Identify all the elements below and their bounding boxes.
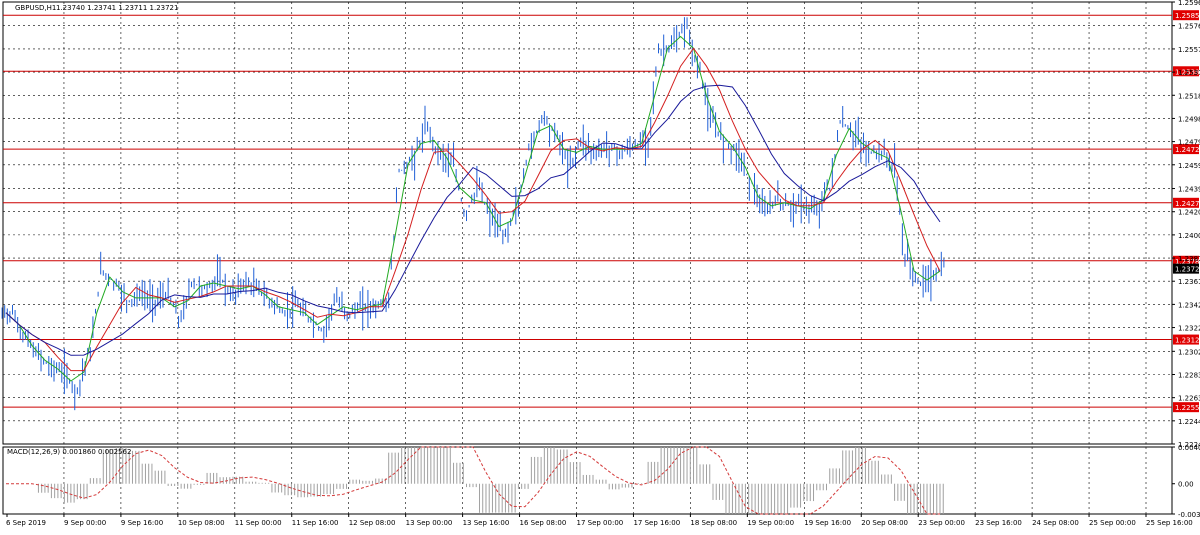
price-level-label: 1.24275 (1175, 200, 1200, 208)
x-tick-label: 18 Sep 08:00 (690, 519, 737, 527)
y-tick-label: 1.22830 (1178, 371, 1200, 379)
price-level-label: 1.24727 (1175, 146, 1200, 154)
x-tick-label: 19 Sep 16:00 (804, 519, 851, 527)
macd-title: MACD(12,26,9) 0.001860 0.002562 (7, 448, 131, 456)
y-tick-label: 1.23225 (1178, 325, 1200, 333)
x-tick-label: 23 Sep 16:00 (975, 519, 1022, 527)
y-tick-label: 1.24395 (1178, 186, 1200, 194)
x-tick-label: 24 Sep 08:00 (1032, 519, 1079, 527)
macd-y-tick-label: -0.00336 (1178, 511, 1200, 519)
current-price-label: 1.23721 (1175, 266, 1200, 274)
x-tick-label: 16 Sep 08:00 (520, 519, 567, 527)
y-tick-label: 1.24200 (1178, 209, 1200, 217)
x-tick-label: 12 Sep 08:00 (349, 519, 396, 527)
x-tick-label: 23 Sep 00:00 (918, 519, 965, 527)
x-tick-label: 11 Sep 00:00 (235, 519, 282, 527)
y-tick-label: 1.24595 (1178, 162, 1200, 170)
macd-y-tick-label: 0.00 (1178, 481, 1194, 489)
x-tick-label: 9 Sep 16:00 (121, 519, 163, 527)
y-tick-label: 1.23615 (1178, 278, 1200, 286)
ohlc-readout: 1.23740 1.23741 1.23711 1.23721 (56, 4, 178, 12)
x-tick-label: 13 Sep 00:00 (406, 519, 453, 527)
x-tick-label: 17 Sep 00:00 (577, 519, 624, 527)
chart-background (0, 0, 1200, 531)
y-tick-label: 1.25766 (1178, 23, 1200, 31)
y-tick-label: 1.25180 (1178, 92, 1200, 100)
price-level-label: 1.23124 (1175, 337, 1200, 345)
y-tick-label: 1.24985 (1178, 115, 1200, 123)
x-tick-label: 25 Sep 00:00 (1089, 519, 1136, 527)
y-tick-label: 1.25570 (1178, 46, 1200, 54)
y-tick-label: 1.22635 (1178, 395, 1200, 403)
macd-y-tick-label: 0.004077 (1178, 444, 1200, 452)
y-tick-label: 1.23420 (1178, 301, 1200, 309)
x-tick-label: 19 Sep 00:00 (747, 519, 794, 527)
symbol-label: GBPUSD,H1 (15, 4, 56, 12)
x-tick-label: 9 Sep 00:00 (64, 519, 106, 527)
y-tick-label: 1.22440 (1178, 418, 1200, 426)
x-tick-label: 10 Sep 08:00 (178, 519, 225, 527)
y-tick-label: 1.23025 (1178, 348, 1200, 356)
x-tick-label: 6 Sep 2019 (6, 519, 46, 527)
x-tick-label: 17 Sep 16:00 (633, 519, 680, 527)
x-tick-label: 11 Sep 16:00 (292, 519, 339, 527)
chart-svg: 1.258541.253821.247271.242751.237871.231… (0, 0, 1200, 531)
x-tick-label: 20 Sep 08:00 (861, 519, 908, 527)
y-tick-label: 1.25375 (1178, 69, 1200, 77)
y-tick-label: 1.25965 (1178, 0, 1200, 7)
y-tick-label: 1.23810 (1178, 255, 1200, 263)
x-tick-label: 13 Sep 16:00 (463, 519, 510, 527)
y-tick-label: 1.24790 (1178, 139, 1200, 147)
x-tick-label: 25 Sep 16:00 (1146, 519, 1193, 527)
chart-window: 1.258541.253821.247271.242751.237871.231… (0, 0, 1200, 531)
price-level-label: 1.22555 (1175, 404, 1200, 412)
price-level-label: 1.25854 (1175, 12, 1200, 20)
y-tick-label: 1.24005 (1178, 232, 1200, 240)
